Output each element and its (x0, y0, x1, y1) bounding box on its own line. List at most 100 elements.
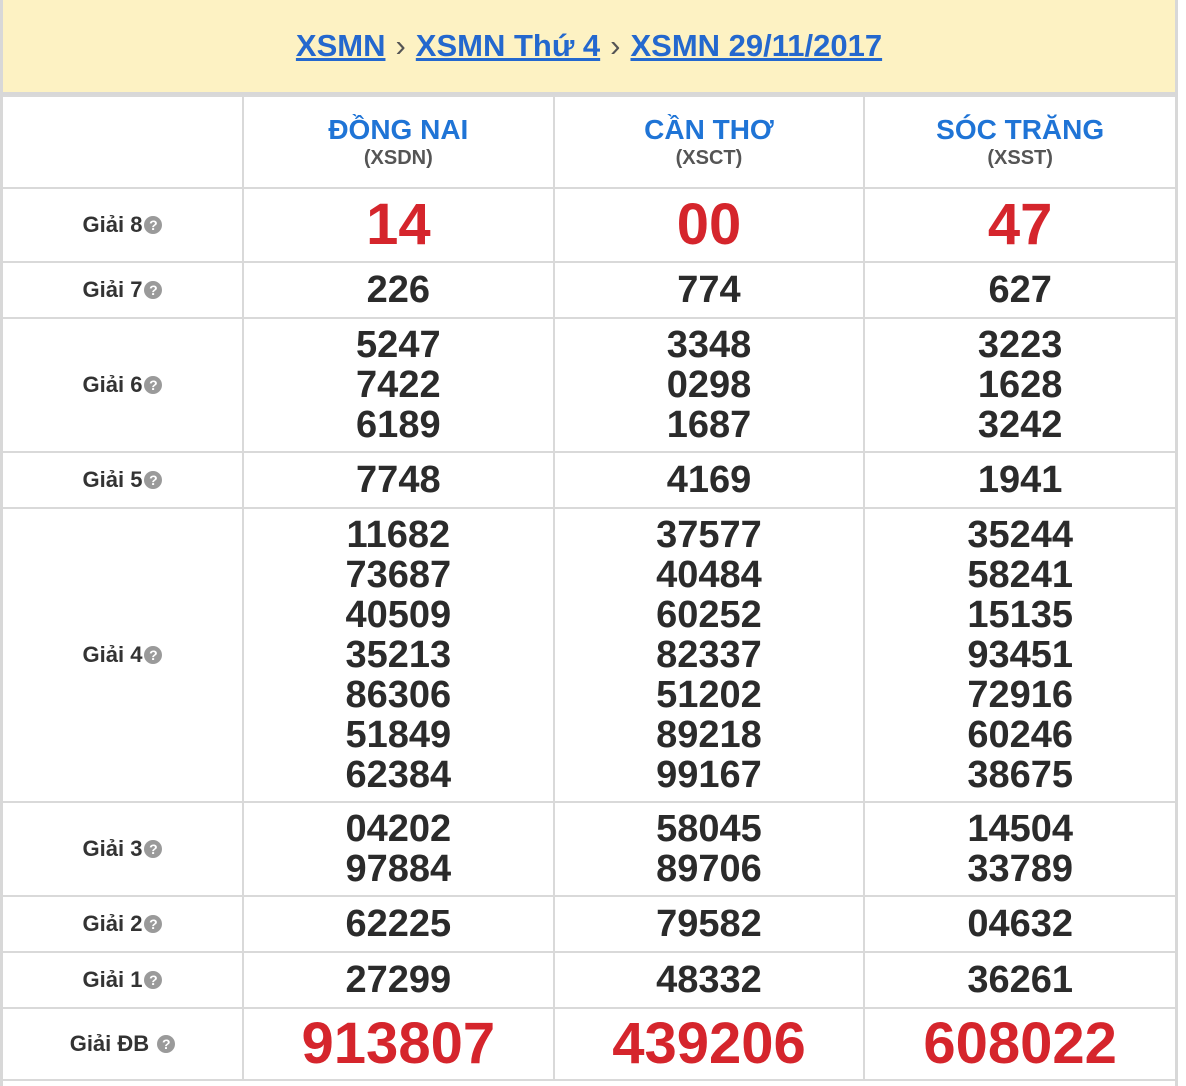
province-code: (XSCT) (675, 147, 743, 169)
prize-label: Giải 3 (82, 836, 143, 861)
prize-number: 226 (366, 269, 431, 311)
prize-result-cell: 04202 97884 (242, 801, 555, 897)
prize-label: Giải 6 (82, 372, 143, 397)
breadcrumb-link-xsmn[interactable]: XSMN (296, 28, 386, 64)
prize-number: 51202 (656, 674, 762, 716)
breadcrumb-separator: › (395, 28, 406, 63)
prize-number: 608022 (923, 1011, 1117, 1076)
prize-result-cell: 27299 (242, 951, 555, 1009)
prize-number: 58045 (656, 808, 762, 850)
prize-result-cell: 37577 40484 60252 82337 51202 89218 99167 (552, 507, 866, 803)
prize-result-cell: 62225 (242, 895, 555, 953)
prize-row: Giải 3? 04202 97884 58045 89706 14504 33789 (3, 801, 1175, 897)
prize-number: 35213 (345, 634, 452, 676)
prize-result-cell: 226 (242, 261, 555, 319)
prize-label: Giải 5 (82, 467, 143, 492)
prize-result-cell: 439206 (552, 1007, 866, 1081)
question-circle-icon[interactable]: ? (144, 971, 163, 989)
province-header-row: ĐỒNG NAI (XSDN) CẦN THƠ (XSCT) SÓC TRĂNG… (3, 95, 1175, 189)
prize-number: 1941 (977, 459, 1063, 501)
prize-number: 774 (677, 269, 741, 311)
province-header: CẦN THƠ (XSCT) (552, 95, 866, 189)
province-header: SÓC TRĂNG (XSST) (863, 95, 1175, 189)
prize-number: 3242 (977, 404, 1063, 446)
breadcrumb-link-date[interactable]: XSMN 29/11/2017 (630, 28, 882, 64)
question-circle-icon[interactable]: ? (144, 646, 163, 664)
breadcrumb-link-weekday[interactable]: XSMN Thứ 4 (416, 28, 600, 64)
question-circle-icon[interactable]: ? (144, 281, 163, 299)
prize-number: 37577 (656, 514, 762, 556)
prize-number: 7748 (356, 459, 441, 501)
prize-result-cell: 35244 58241 15135 93451 72916 60246 38675 (863, 507, 1175, 803)
prize-number: 439206 (612, 1011, 806, 1076)
prize-number: 6189 (356, 404, 441, 446)
prize-number: 48332 (656, 959, 762, 1001)
prize-label-cell: Giải 2? (3, 895, 244, 953)
question-circle-icon[interactable]: ? (144, 376, 163, 394)
province-name: ĐỒNG NAI (328, 114, 469, 145)
prize-label: Giải 7 (82, 277, 143, 302)
prize-number: 97884 (345, 848, 452, 890)
prize-result-cell: 4169 (552, 451, 866, 509)
prize-result-cell: 7748 (242, 451, 555, 509)
prize-row: Giải 2? 62225 79582 04632 (3, 895, 1175, 953)
prize-row: Giải 8? 14 00 47 (3, 187, 1175, 263)
prize-number: 47 (987, 192, 1053, 257)
prize-label-cell: Giải 8? (3, 187, 244, 263)
prize-result-cell: 627 (863, 261, 1175, 319)
prize-number: 60246 (967, 714, 1073, 756)
prize-number: 60252 (656, 594, 762, 636)
question-circle-icon[interactable]: ? (144, 915, 163, 933)
prize-result-cell: 79582 (552, 895, 866, 953)
prize-number: 04202 (345, 808, 452, 850)
prize-number: 51849 (345, 714, 452, 756)
prize-result-cell: 5247 7422 6189 (242, 317, 555, 453)
province-code: (XSDN) (363, 147, 433, 169)
prize-result-cell: 47 (863, 187, 1175, 263)
prize-row: Giải 6? 5247 7422 6189 3348 0298 1687 3223 1628 3… (3, 317, 1175, 453)
question-circle-icon[interactable]: ? (144, 216, 163, 234)
prize-number: 14504 (967, 808, 1073, 850)
province-code: (XSST) (987, 147, 1053, 169)
prize-number: 40509 (345, 594, 452, 636)
prize-label: Giải ĐB (69, 1031, 150, 1056)
prize-number: 14 (366, 192, 431, 257)
question-circle-icon[interactable]: ? (144, 840, 163, 858)
question-circle-icon[interactable]: ? (157, 1035, 176, 1053)
prize-number: 62225 (345, 903, 452, 945)
prize-row: Giải 4? 11682 73687 40509 35213 86306 51849 623… (3, 507, 1175, 803)
prize-number: 58241 (967, 554, 1073, 596)
prize-number: 89218 (656, 714, 762, 756)
prize-number: 82337 (656, 634, 762, 676)
prize-result-cell: 58045 89706 (552, 801, 866, 897)
prize-number: 1687 (666, 404, 752, 446)
prize-number: 40484 (656, 554, 762, 596)
prize-label: Giải 1 (82, 967, 143, 992)
prize-label: Giải 2 (82, 911, 143, 936)
prize-label-cell: Giải 5? (3, 451, 244, 509)
prize-result-cell: 14504 33789 (863, 801, 1175, 897)
prize-result-cell: 00 (552, 187, 866, 263)
prize-number: 7422 (356, 364, 441, 406)
breadcrumb-separator: › (610, 28, 621, 63)
prize-result-cell: 14 (242, 187, 555, 263)
prize-number: 86306 (345, 674, 452, 716)
prize-number: 04632 (967, 903, 1073, 945)
corner-cell (3, 95, 244, 189)
prize-result-cell: 36261 (863, 951, 1175, 1009)
prize-label: Giải 8 (82, 212, 143, 237)
prize-result-cell: 3223 1628 3242 (863, 317, 1175, 453)
prize-result-cell: 913807 (242, 1007, 555, 1081)
province-name: SÓC TRĂNG (936, 114, 1105, 145)
prize-number: 3223 (977, 324, 1063, 366)
results-panel: XSMN › XSMN Thứ 4 › XSMN 29/11/2017 ĐỒNG… (0, 0, 1178, 1086)
prize-number: 93451 (967, 634, 1073, 676)
prize-number: 11682 (346, 514, 451, 556)
question-circle-icon[interactable]: ? (144, 471, 163, 489)
prize-result-cell: 1941 (863, 451, 1175, 509)
prize-number: 27299 (345, 959, 452, 1001)
prize-label-cell: Giải 7? (3, 261, 244, 319)
prize-result-cell: 774 (552, 261, 866, 319)
prize-number: 3348 (666, 324, 752, 366)
prize-number: 0298 (666, 364, 752, 406)
